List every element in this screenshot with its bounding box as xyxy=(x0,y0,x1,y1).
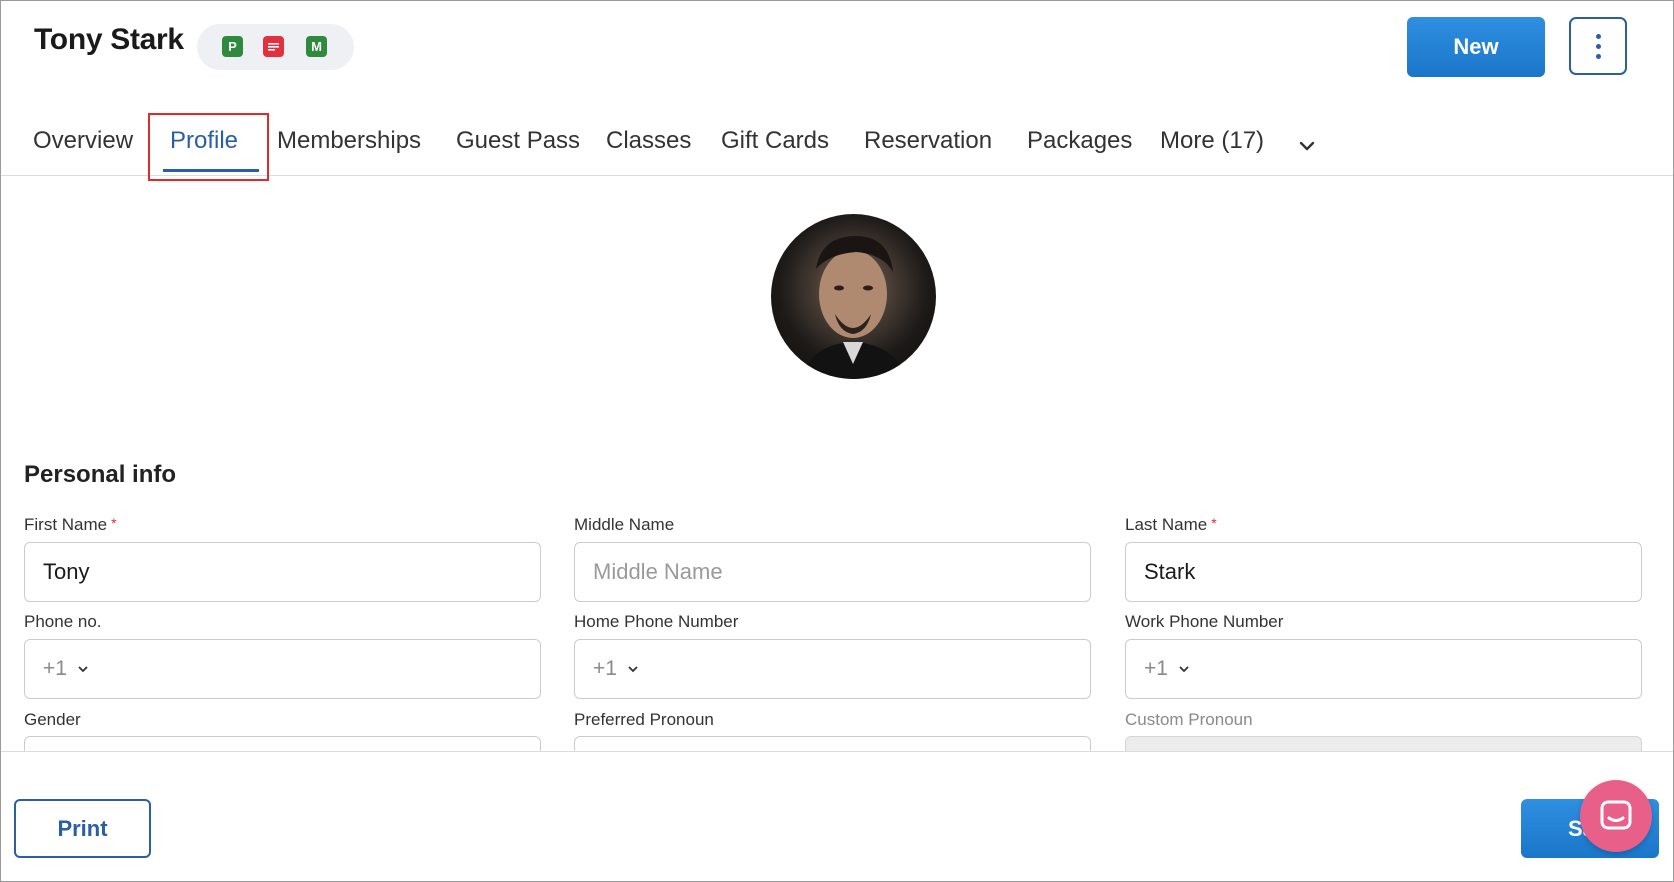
tab-more[interactable]: More (17) xyxy=(1160,127,1264,155)
country-code-select[interactable]: +1 xyxy=(43,657,89,681)
preferred-pronoun-label: Preferred Pronoun xyxy=(574,710,714,729)
chevron-down-icon[interactable] xyxy=(1298,137,1316,155)
work-phone-field[interactable]: +1 xyxy=(1125,639,1642,699)
last-name-field[interactable]: Stark xyxy=(1125,542,1642,602)
country-code-select[interactable]: +1 xyxy=(1144,657,1190,681)
active-tab-indicator xyxy=(163,169,259,172)
footer-bar xyxy=(1,763,1673,881)
profile-photo xyxy=(801,236,907,379)
chat-icon xyxy=(1600,800,1632,830)
required-marker: * xyxy=(111,515,117,531)
tab-guest-pass[interactable]: Guest Pass xyxy=(456,127,580,155)
phone-label: Phone no. xyxy=(24,612,102,631)
avatar[interactable] xyxy=(771,214,936,379)
status-badges: P M xyxy=(197,24,354,70)
tab-overview[interactable]: Overview xyxy=(33,127,133,155)
first-name-label: First Name * xyxy=(24,515,117,534)
kebab-menu-icon xyxy=(1595,33,1601,39)
tab-bar: Overview Profile Memberships Guest Pass … xyxy=(1,113,1673,176)
tab-packages[interactable]: Packages xyxy=(1027,127,1132,155)
home-phone-field[interactable]: +1 xyxy=(574,639,1091,699)
new-button[interactable]: New xyxy=(1407,17,1545,77)
country-code-select[interactable]: +1 xyxy=(593,657,639,681)
gender-label: Gender xyxy=(24,710,81,729)
tab-reservation[interactable]: Reservation xyxy=(864,127,992,155)
middle-name-field[interactable]: Middle Name xyxy=(574,542,1091,602)
tab-profile[interactable]: Profile xyxy=(170,127,238,155)
chevron-down-icon xyxy=(78,666,88,673)
message-badge-icon[interactable] xyxy=(263,36,284,57)
middle-name-label: Middle Name xyxy=(574,515,675,534)
work-phone-label: Work Phone Number xyxy=(1125,612,1284,631)
m-badge-icon[interactable]: M xyxy=(306,36,327,57)
tab-classes[interactable]: Classes xyxy=(606,127,691,155)
section-title: Personal info xyxy=(24,461,177,488)
phone-field[interactable]: +1 xyxy=(24,639,541,699)
tab-gift-cards[interactable]: Gift Cards xyxy=(721,127,829,155)
print-button[interactable]: Print xyxy=(14,799,151,858)
app-window: Tony Stark P M New Overview Profile Memb… xyxy=(0,0,1674,882)
last-name-label: Last Name * xyxy=(1125,515,1217,534)
chat-widget-button[interactable] xyxy=(1580,780,1652,852)
tab-memberships[interactable]: Memberships xyxy=(277,127,421,155)
message-lines-icon xyxy=(268,43,279,51)
kebab-menu-button[interactable] xyxy=(1569,17,1627,75)
custom-pronoun-label: Custom Pronoun xyxy=(1125,710,1253,729)
required-marker: * xyxy=(1211,515,1217,531)
customer-name: Tony Stark xyxy=(34,23,184,56)
first-name-field[interactable]: Tony xyxy=(24,542,541,602)
p-badge-icon[interactable]: P xyxy=(222,36,243,57)
chevron-down-icon xyxy=(1179,666,1189,673)
chevron-down-icon xyxy=(628,666,638,673)
home-phone-label: Home Phone Number xyxy=(574,612,739,631)
